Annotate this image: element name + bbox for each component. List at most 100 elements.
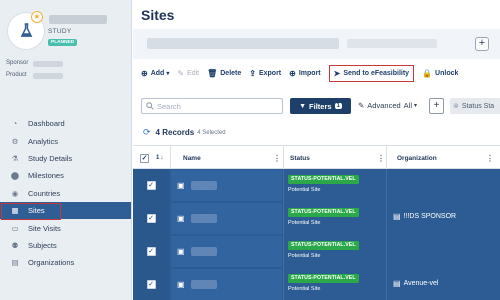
sponsor-label: Sponsor xyxy=(6,60,29,66)
checkbox[interactable]: ✓ xyxy=(146,214,156,223)
sort-indicator[interactable]: 1 ↓ xyxy=(156,146,163,170)
sidebar-item-organizations[interactable]: ▤ Organizations xyxy=(0,254,131,271)
table-row[interactable]: ✓ ▣ STATUS-POTENTIAL.VEL Potential Site xyxy=(133,235,500,268)
checkbox[interactable]: ✓ xyxy=(146,247,156,256)
status-cell: STATUS-POTENTIAL.VEL Potential Site xyxy=(288,206,359,226)
column-divider[interactable] xyxy=(170,146,171,170)
search-input[interactable] xyxy=(157,101,277,111)
records-count: 4 Records xyxy=(155,128,195,137)
organization-cell: ▤ !!!DS SPONSOR xyxy=(393,212,456,221)
import-button[interactable]: ⊕ Import xyxy=(289,69,320,78)
table-body: ✓ ▣ STATUS-POTENTIAL.VEL Potential Site … xyxy=(133,169,500,300)
records-selected: 4 Selected xyxy=(197,129,226,136)
sort-number: 1 xyxy=(156,155,160,161)
advanced-filter-dropdown[interactable]: ✎ Advanced All ▾ xyxy=(358,101,417,110)
plus-circle-icon: ⊕ xyxy=(141,68,148,78)
site-name-redacted xyxy=(190,181,217,190)
sidebar-item-sites[interactable]: ▦ Sites xyxy=(0,201,131,220)
flask-icon xyxy=(20,23,33,37)
sidebar-item-dashboard[interactable]: ◔ Dashboard xyxy=(0,115,131,132)
sidebar-item-label: Countries xyxy=(28,188,61,198)
add-filter-button[interactable]: + xyxy=(429,98,444,114)
favorite-star-icon[interactable]: ★ xyxy=(31,11,43,23)
building-icon: ▣ xyxy=(177,181,185,190)
refresh-icon[interactable]: ⟳ xyxy=(143,127,151,138)
column-menu-icon[interactable]: ⋮ xyxy=(377,146,385,170)
organization-cell: ▤ Avenue-vel xyxy=(393,279,438,288)
sidebar-item-analytics[interactable]: ⚙ Analytics xyxy=(0,132,131,149)
status-subtext: Potential Site xyxy=(288,219,321,226)
status-chip-label: Status Sta xyxy=(461,102,495,110)
checkbox[interactable]: ✓ xyxy=(146,181,156,190)
select-all-checkbox[interactable]: ✓ xyxy=(140,146,149,170)
import-icon: ⊕ xyxy=(289,68,296,78)
site-name-redacted xyxy=(190,280,217,289)
delete-button[interactable]: 🗑 Delete xyxy=(207,69,241,78)
organization-name: !!!DS SPONSOR xyxy=(403,213,457,220)
advanced-label: Advanced xyxy=(367,101,401,110)
status-badge: STATUS-POTENTIAL.VEL xyxy=(288,273,359,283)
filters-label: Filters xyxy=(309,101,332,111)
organization-icon: ▤ xyxy=(393,279,401,288)
filters-button[interactable]: ▼ Filters 1 xyxy=(290,98,351,114)
search-icon xyxy=(146,102,154,110)
site-name-redacted xyxy=(190,214,217,223)
status-filter-chip[interactable]: ⊗ Status Sta xyxy=(450,98,500,114)
sidebar-item-label: Analytics xyxy=(28,136,59,146)
export-button[interactable]: ⇪ Export xyxy=(249,69,281,78)
sidebar-item-label: Milestones xyxy=(28,171,64,181)
pencil-icon: ✎ xyxy=(358,101,365,110)
unlock-label: Unlock xyxy=(435,69,459,77)
column-header-name[interactable]: Name xyxy=(183,146,201,170)
sidebar-item-subjects[interactable]: ⚉ Subjects xyxy=(0,237,131,254)
column-divider[interactable] xyxy=(283,146,284,170)
edit-button[interactable]: ✎ Edit xyxy=(177,69,199,78)
column-divider[interactable] xyxy=(386,146,387,170)
page-title: Sites xyxy=(141,7,175,23)
table-row[interactable]: ✓ ▣ STATUS-POTENTIAL.VEL Potential Site … xyxy=(133,202,500,235)
sidebar-item-milestones[interactable]: ⬤ Milestones xyxy=(0,167,131,184)
sidebar: ★ STUDY PLANNED Sponsor Product ◔ Dashbo… xyxy=(0,0,132,300)
sidebar-item-label: Study Details xyxy=(28,153,73,163)
column-menu-icon[interactable]: ⋮ xyxy=(273,146,281,170)
sort-down-icon: ↓ xyxy=(160,155,164,161)
column-header-organization[interactable]: Organization xyxy=(397,146,437,170)
status-subtext: Potential Site xyxy=(288,252,321,259)
send-label: Send to eFeasibility xyxy=(343,69,410,77)
checkbox[interactable]: ✓ xyxy=(146,280,156,289)
organization-icon: ▤ xyxy=(393,212,401,221)
delete-label: Delete xyxy=(220,69,242,77)
sidebar-item-study-details[interactable]: ⚗ Study Details xyxy=(0,150,131,167)
main-content: Sites + ⊕ Add ▾ ✎ Edit 🗑 Delete ⇪ Export… xyxy=(133,0,500,300)
status-badge: STATUS-POTENTIAL.VEL xyxy=(288,207,359,217)
status-subtext: Potential Site xyxy=(288,186,321,193)
unlock-button[interactable]: 🔒 Unlock xyxy=(422,69,458,78)
site-name-cell[interactable]: ▣ xyxy=(171,269,282,300)
export-label: Export xyxy=(258,69,282,77)
checkbox[interactable]: ✓ xyxy=(140,153,149,163)
sidebar-item-site-visits[interactable]: ▭ Site Visits xyxy=(0,219,131,236)
site-visits-icon: ▭ xyxy=(11,223,19,233)
add-button[interactable]: ⊕ Add ▾ xyxy=(141,69,169,78)
chevron-down-icon: ▾ xyxy=(414,103,418,109)
site-name-cell[interactable]: ▣ xyxy=(171,170,282,201)
lock-icon: 🔒 xyxy=(422,68,433,78)
sidebar-item-countries[interactable]: ◉ Countries xyxy=(0,185,131,202)
toolbar: ⊕ Add ▾ ✎ Edit 🗑 Delete ⇪ Export ⊕ Impor… xyxy=(133,62,500,84)
table-row[interactable]: ✓ ▣ STATUS-POTENTIAL.VEL Potential Site … xyxy=(133,268,500,300)
site-name-cell[interactable]: ▣ xyxy=(171,236,282,267)
close-circle-icon[interactable]: ⊗ xyxy=(453,102,459,110)
pencil-icon: ✎ xyxy=(177,68,185,78)
column-header-status[interactable]: Status xyxy=(290,146,310,170)
search-box[interactable] xyxy=(141,98,283,114)
sidebar-item-label: Subjects xyxy=(28,240,57,250)
sidebar-item-label: Organizations xyxy=(28,258,75,268)
column-menu-icon[interactable]: ⋮ xyxy=(486,146,494,170)
sidebar-item-label: Dashboard xyxy=(28,119,65,129)
site-name-cell[interactable]: ▣ xyxy=(171,203,282,234)
add-button[interactable]: + xyxy=(475,37,489,51)
chevron-down-icon: ▾ xyxy=(166,70,170,77)
send-to-efeasibility-button[interactable]: ➤ Send to eFeasibility xyxy=(328,64,415,82)
table-row[interactable]: ✓ ▣ STATUS-POTENTIAL.VEL Potential Site xyxy=(133,169,500,202)
records-summary: ⟳ 4 Records 4 Selected xyxy=(143,127,226,138)
